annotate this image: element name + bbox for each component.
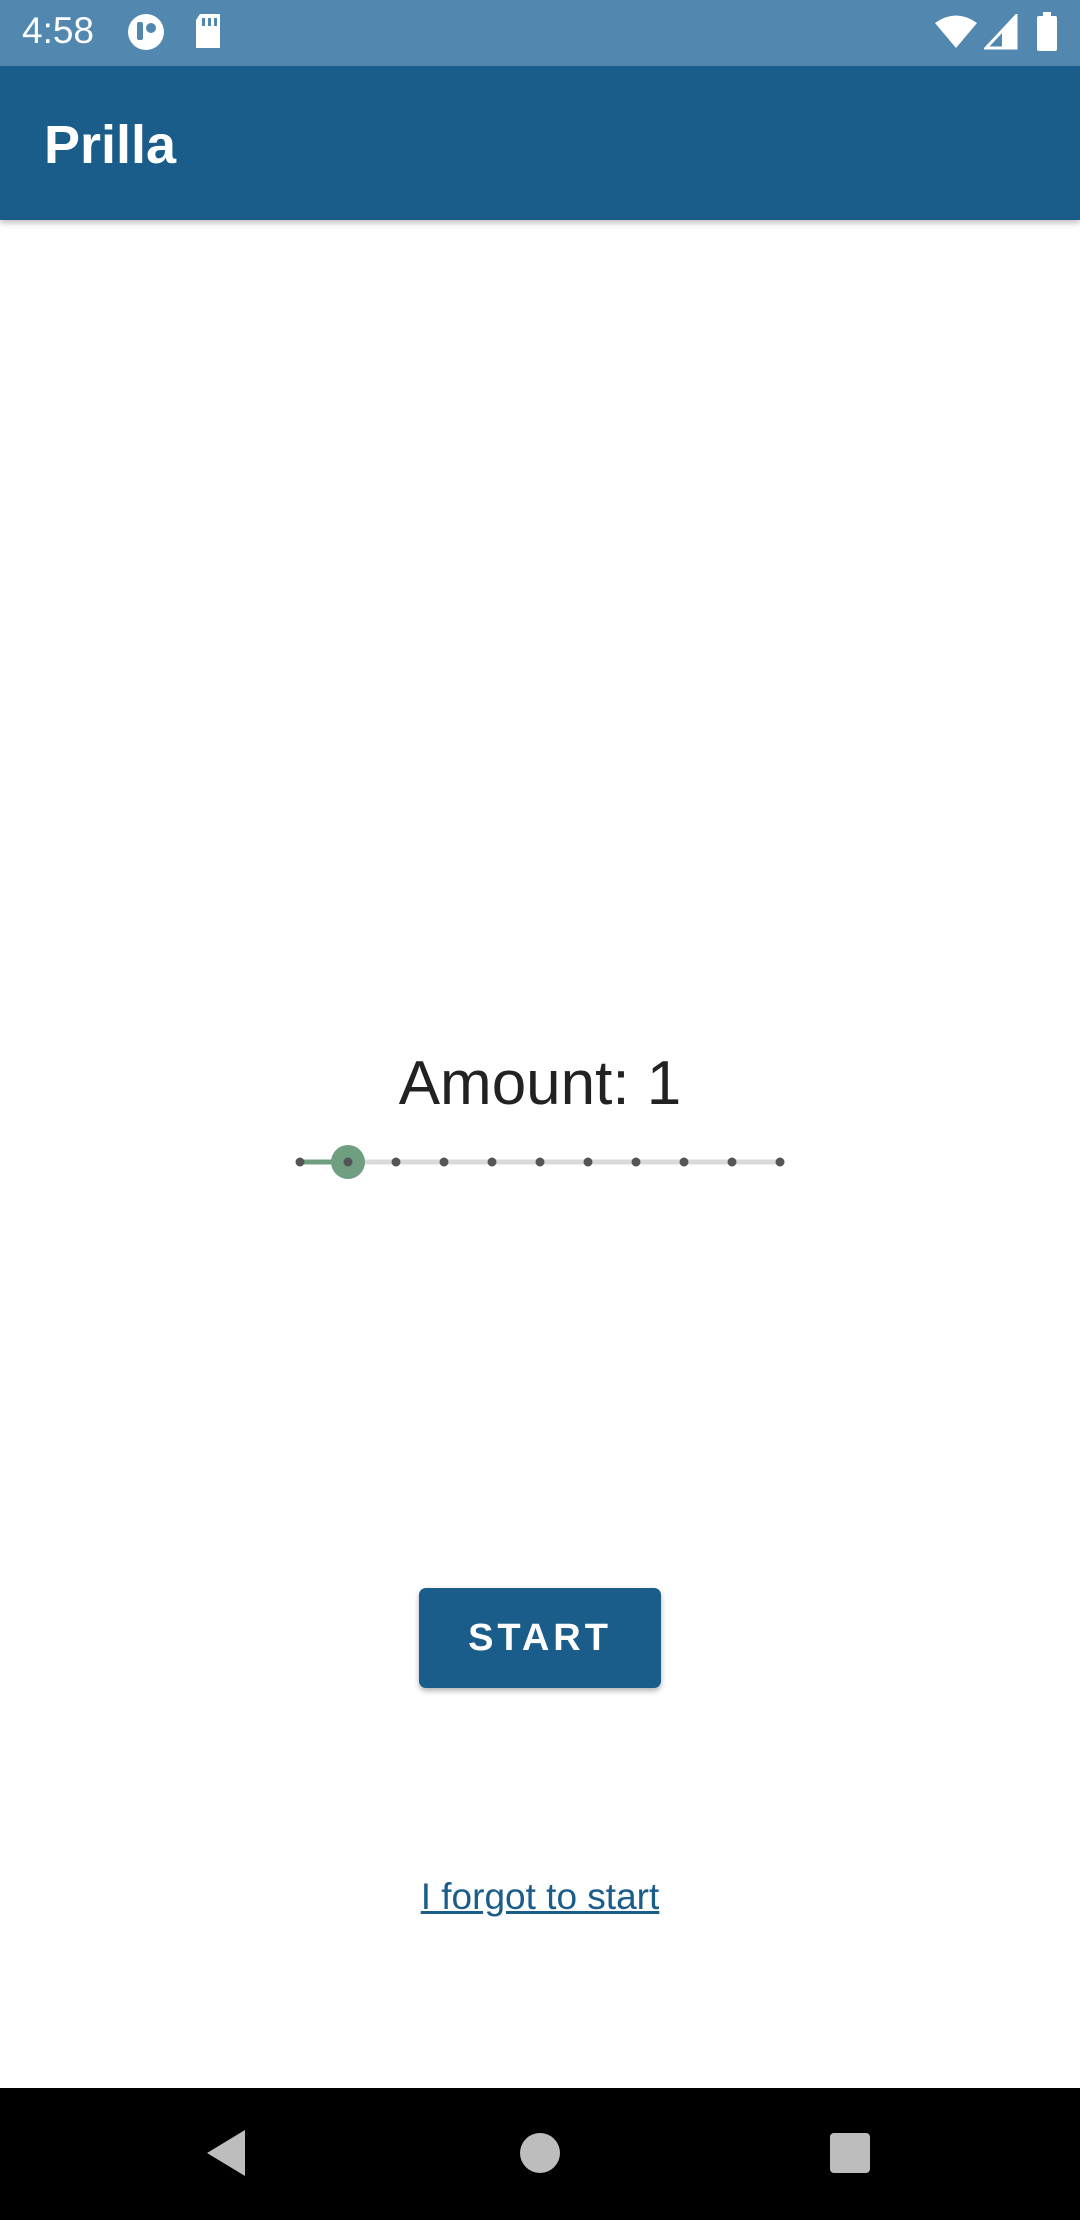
slider-tick xyxy=(391,1157,401,1167)
slider-tick xyxy=(679,1157,689,1167)
home-icon[interactable] xyxy=(518,2128,562,2178)
navigation-bar xyxy=(0,2088,1080,2220)
notification-app-icon xyxy=(128,14,164,50)
back-icon[interactable] xyxy=(203,2128,249,2178)
start-button[interactable]: START xyxy=(419,1588,661,1688)
main-content: Amount: 1 START I forgot to start xyxy=(0,220,1080,2088)
sd-card-icon xyxy=(196,14,220,48)
amount-label: Amount: 1 xyxy=(398,1049,682,1118)
app-bar: Prilla xyxy=(0,66,1080,220)
slider-tick xyxy=(343,1157,353,1167)
slider-tick xyxy=(775,1157,785,1167)
recents-icon[interactable] xyxy=(829,2128,871,2178)
slider-tick xyxy=(535,1157,545,1167)
forgot-to-start-link[interactable]: I forgot to start xyxy=(0,1876,1080,1918)
battery-icon xyxy=(1037,12,1057,51)
app-title: Prilla xyxy=(44,115,177,175)
status-bar: 4:58 xyxy=(0,0,1080,66)
slider-tick xyxy=(439,1157,449,1167)
slider-tick xyxy=(727,1157,737,1167)
slider-tick xyxy=(583,1157,593,1167)
slider-tick xyxy=(487,1157,497,1167)
cell-signal-icon xyxy=(984,14,1018,50)
slider-tick xyxy=(631,1157,641,1167)
slider-tick xyxy=(295,1157,305,1167)
wifi-icon xyxy=(935,15,977,48)
amount-slider[interactable] xyxy=(280,1132,800,1192)
status-time: 4:58 xyxy=(22,10,95,51)
